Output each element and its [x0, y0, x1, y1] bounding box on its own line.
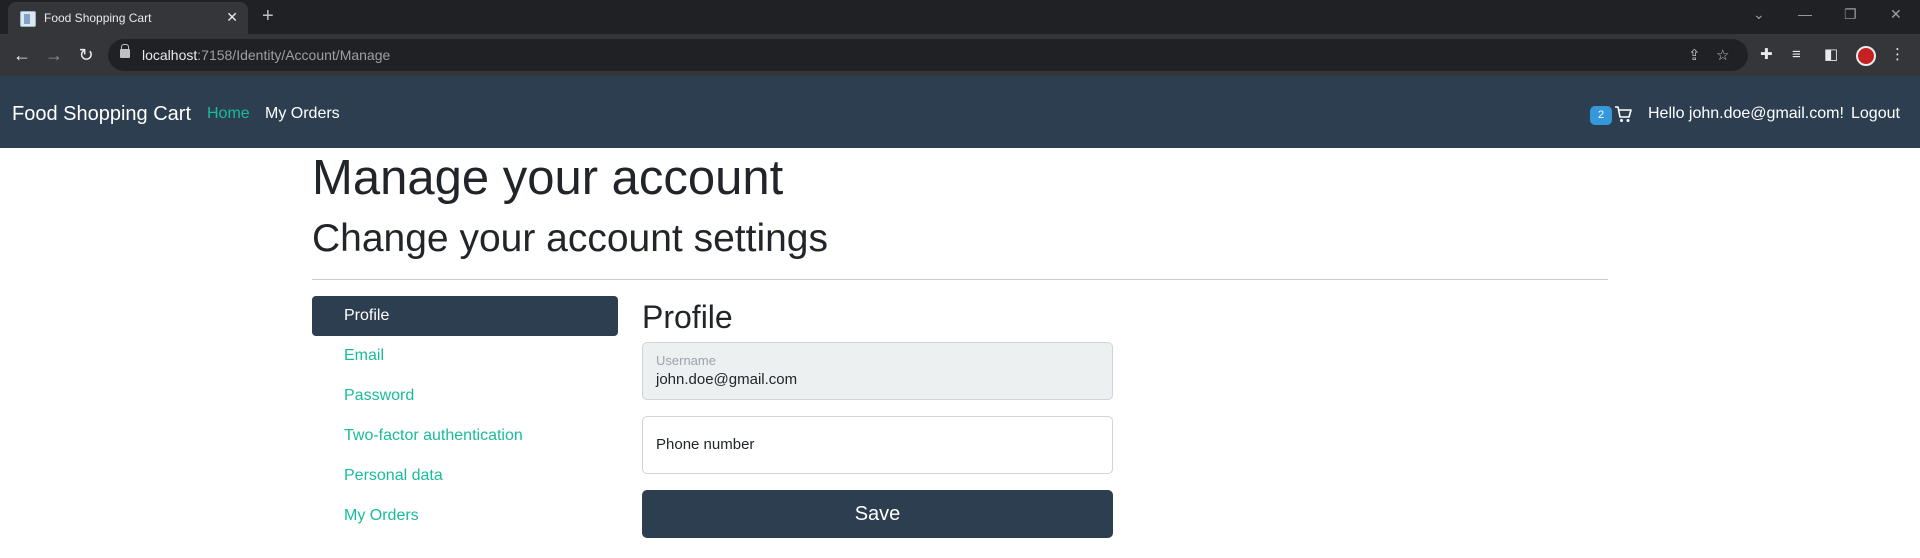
- minimize-window-icon[interactable]: —: [1798, 6, 1812, 22]
- page-favicon-icon: [20, 11, 36, 27]
- browser-toolbar: ← → ↻ localhost:7158/Identity/Account/Ma…: [0, 34, 1920, 76]
- navbar-brand[interactable]: Food Shopping Cart: [12, 102, 191, 126]
- url-host: localhost: [142, 47, 198, 63]
- save-button[interactable]: Save: [642, 490, 1113, 538]
- browser-tab[interactable]: Food Shopping Cart ✕: [8, 2, 248, 34]
- back-arrow-icon[interactable]: ←: [10, 43, 34, 67]
- sidebar-item-two-factor[interactable]: Two-factor authentication: [312, 416, 618, 456]
- nav-link-my-orders[interactable]: My Orders: [265, 104, 340, 124]
- address-url[interactable]: localhost:7158/Identity/Account/Manage: [142, 47, 390, 63]
- sidebar-item-password[interactable]: Password: [312, 376, 618, 416]
- page-subtitle: Change your account settings: [312, 217, 828, 260]
- sidebar-item-profile[interactable]: Profile: [312, 296, 618, 336]
- sidebar-item-my-orders[interactable]: My Orders: [312, 496, 618, 536]
- site-navbar: Food Shopping Cart Home My Orders 2 Hell…: [0, 76, 1920, 148]
- logout-link[interactable]: Logout: [1851, 104, 1900, 124]
- phone-number-label: Phone number: [656, 436, 755, 453]
- user-greeting[interactable]: Hello john.doe@gmail.com!: [1648, 104, 1844, 124]
- browser-tabstrip: Food Shopping Cart ✕ + ⌄ — ❐ ✕: [0, 0, 1920, 34]
- shopping-cart-icon[interactable]: [1614, 104, 1632, 124]
- close-window-icon[interactable]: ✕: [1890, 6, 1902, 23]
- username-value: john.doe@gmail.com: [656, 371, 798, 388]
- browser-menu-icon[interactable]: ⋮: [1890, 45, 1905, 65]
- cart-count-badge[interactable]: 2: [1590, 106, 1612, 125]
- share-icon[interactable]: ⇪: [1688, 46, 1701, 64]
- profile-avatar-icon[interactable]: [1856, 46, 1876, 66]
- new-tab-icon[interactable]: +: [262, 6, 274, 26]
- sidebar-item-personal-data[interactable]: Personal data: [312, 456, 618, 496]
- restore-window-icon[interactable]: ❐: [1844, 6, 1857, 23]
- nav-link-home[interactable]: Home: [207, 104, 250, 124]
- tab-title: Food Shopping Cart: [44, 11, 152, 25]
- lock-icon: [120, 44, 130, 58]
- phone-number-input[interactable]: Phone number: [642, 416, 1113, 474]
- bookmark-star-icon[interactable]: ☆: [1716, 46, 1729, 64]
- extensions-puzzle-icon[interactable]: ✚: [1760, 45, 1773, 65]
- address-bar[interactable]: localhost:7158/Identity/Account/Manage ⇪…: [108, 39, 1748, 71]
- url-path: :7158/Identity/Account/Manage: [197, 47, 391, 63]
- profile-heading: Profile: [642, 299, 733, 335]
- tab-close-icon[interactable]: ✕: [226, 9, 238, 25]
- forward-arrow-icon[interactable]: →: [42, 43, 66, 67]
- username-field: Username john.doe@gmail.com: [642, 342, 1113, 400]
- divider: [312, 279, 1608, 280]
- page-title: Manage your account: [312, 151, 784, 205]
- media-playlist-icon[interactable]: ≡: [1792, 45, 1801, 65]
- side-panel-icon[interactable]: ◧: [1824, 45, 1838, 65]
- sidebar-item-email[interactable]: Email: [312, 336, 618, 376]
- tab-search-chevron-icon[interactable]: ⌄: [1753, 6, 1765, 23]
- reload-icon[interactable]: ↻: [74, 43, 98, 67]
- username-label: Username: [656, 353, 716, 368]
